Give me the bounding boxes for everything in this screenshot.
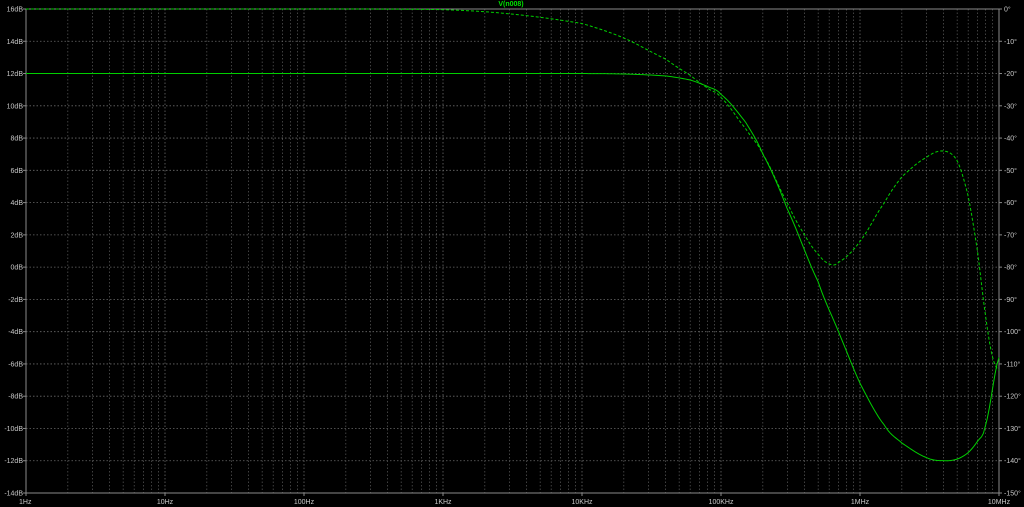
series-title[interactable]: V(n008)	[498, 1, 523, 8]
y-right-tick-label: -70°	[1004, 231, 1017, 239]
y-left-tick-label: 10dB	[7, 103, 24, 110]
y-right-tick-label: -20°	[1004, 70, 1017, 78]
y-right-tick-label: -60°	[1004, 199, 1017, 207]
y-left-tick-label: 16dB	[7, 7, 24, 14]
bode-plot: 16dB 14dB 12dB 10dB 8dB 6dB 4dB 2dB 0dB -2dB -4dB -…	[0, 0, 1024, 507]
y-left-tick-label: -6dB	[8, 361, 23, 368]
x-tick-label: 1MHz	[851, 499, 870, 506]
x-tick-label: 100Hz	[294, 499, 315, 506]
y-left-tick-label: 2dB	[11, 232, 24, 239]
y-left-tick-label: 4dB	[11, 200, 24, 207]
y-right-tick-label: -50°	[1004, 167, 1017, 175]
x-tick-label: 10Hz	[157, 499, 174, 506]
y-right-tick-label: -140°	[1004, 457, 1021, 465]
y-left-tick-label: 8dB	[11, 136, 24, 143]
y-left-tick-label: 14dB	[7, 39, 24, 46]
plot-background	[0, 0, 1024, 507]
x-tick-label: 1Hz	[19, 499, 32, 506]
y-right-tick-label: -130°	[1004, 425, 1021, 433]
x-tick-label: 10KHz	[571, 499, 593, 506]
y-left-tick-label: 12dB	[7, 71, 24, 78]
y-right-tick-label: -90°	[1004, 296, 1017, 304]
y-right-tick-label: -80°	[1004, 264, 1017, 272]
y-right-tick-label: -40°	[1004, 135, 1017, 143]
y-right-tick-label: -110°	[1004, 360, 1020, 368]
y-left-tick-label: -4dB	[8, 329, 23, 336]
y-left-tick-label: -10dB	[4, 426, 23, 433]
x-tick-label: 1KHz	[434, 499, 452, 506]
y-left-tick-label: 6dB	[11, 168, 24, 175]
y-right-tick-label: -30°	[1004, 102, 1017, 110]
y-right-tick-label: -120°	[1004, 393, 1021, 401]
y-right-tick-label: -150°	[1004, 490, 1021, 498]
y-left-tick-label: -12dB	[4, 458, 23, 465]
y-left-tick-label: -2dB	[8, 297, 23, 304]
y-right-tick-label: -100°	[1004, 328, 1021, 336]
y-left-tick-label: -8dB	[8, 394, 23, 401]
y-right-tick-label: -10°	[1004, 38, 1017, 46]
x-tick-label: 10MHz	[988, 499, 1011, 506]
y-left-tick-label: 0dB	[11, 265, 24, 272]
y-left-tick-label: -14dB	[4, 491, 23, 498]
x-tick-label: 100KHz	[709, 499, 734, 506]
y-right-tick-label: 0°	[1004, 6, 1011, 14]
